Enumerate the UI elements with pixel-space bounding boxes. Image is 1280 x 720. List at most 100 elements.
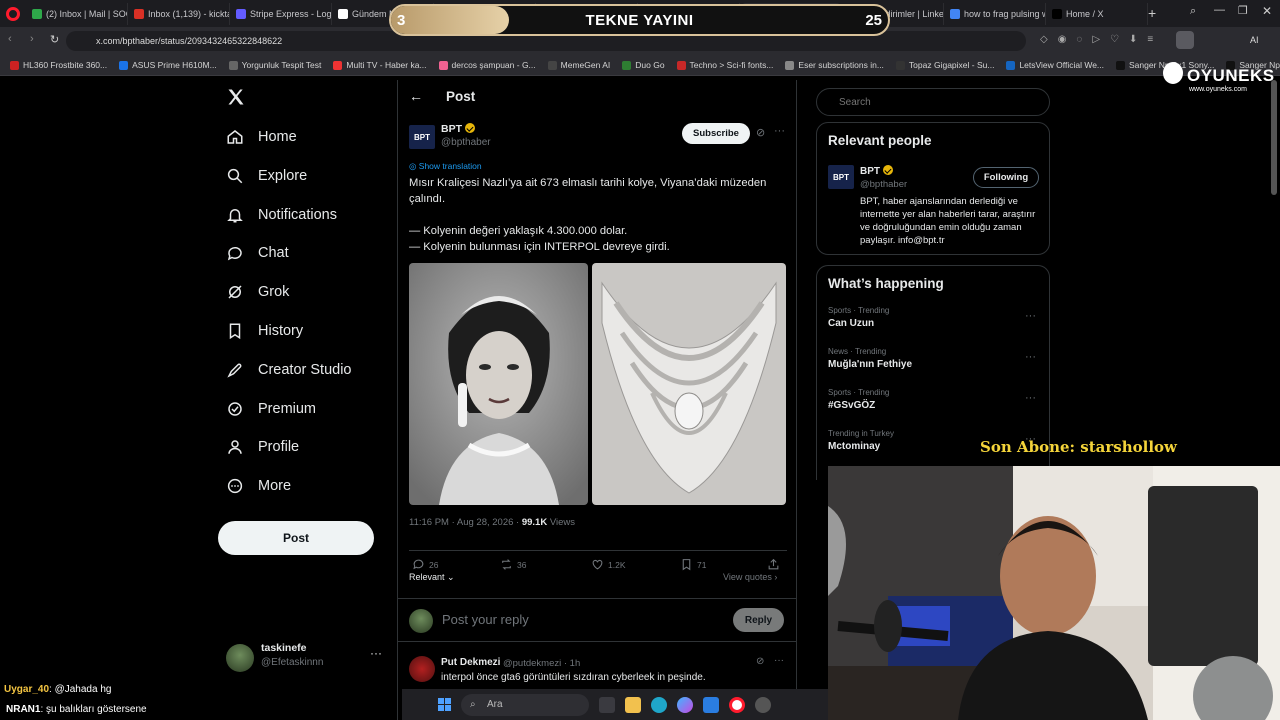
- post-more-icon[interactable]: ···: [774, 125, 785, 137]
- ai-icon[interactable]: AI: [1250, 35, 1259, 45]
- view-quotes-link[interactable]: View quotes ›: [723, 572, 777, 582]
- bookmark-item[interactable]: dercos şampuan - G...: [438, 60, 536, 70]
- back-icon[interactable]: ‹: [8, 33, 12, 45]
- search-tabs-icon[interactable]: ⌕: [1190, 5, 1196, 18]
- nav-item-label: Premium: [258, 400, 317, 417]
- edge-icon[interactable]: [651, 696, 667, 713]
- comment-avatar[interactable]: [409, 656, 435, 682]
- trend-more-icon[interactable]: ···: [1025, 310, 1036, 322]
- grok-icon[interactable]: ⊘: [756, 126, 765, 139]
- trend-item[interactable]: Sports · Trending #GSvGÖZ ···: [828, 388, 1040, 418]
- author-name-row[interactable]: BPT: [441, 123, 475, 135]
- browser-tab[interactable]: how to frag pulsing w: [944, 2, 1046, 25]
- copilot-icon[interactable]: [677, 696, 693, 713]
- x-logo-icon[interactable]: [226, 87, 246, 107]
- bookmark-item[interactable]: Multi TV - Haber ka...: [333, 60, 427, 70]
- post-time[interactable]: 11:16 PM · Aug 28, 2026 ·: [409, 517, 519, 528]
- following-button[interactable]: Following: [973, 167, 1039, 188]
- browser-tab[interactable]: Stripe Express - Login: [230, 2, 332, 25]
- reload-icon[interactable]: ↻: [50, 33, 59, 46]
- trend-item[interactable]: News · Trending Muğla'nın Fethiye ···: [828, 347, 1040, 377]
- person-avatar[interactable]: BPT: [828, 165, 854, 189]
- bookmark-item[interactable]: Yorgunluk Tespit Test: [228, 60, 321, 70]
- show-translation-link[interactable]: ◎ Show translation: [409, 161, 482, 172]
- nav-item-grok[interactable]: Grok: [226, 277, 289, 307]
- author-avatar[interactable]: BPT: [409, 125, 435, 149]
- account-switcher[interactable]: taskinefe @Efetaskinnn ···: [226, 642, 386, 678]
- nav-item-home[interactable]: Home: [226, 122, 297, 152]
- trend-item[interactable]: Sports · Trending Can Uzun ···: [828, 306, 1040, 336]
- close-window-icon[interactable]: ✕: [1262, 4, 1272, 18]
- search-box[interactable]: ⌕: [816, 84, 1050, 116]
- browser-tab[interactable]: Home / X: [1046, 2, 1148, 25]
- browser-tab[interactable]: Inbox (1,139) - kickta: [128, 2, 230, 25]
- extensions-icons[interactable]: ◇◉◌▷♡⬇≡: [1040, 34, 1163, 45]
- maximize-icon[interactable]: ❐: [1238, 4, 1248, 17]
- bookmark-item[interactable]: LetsView Official We...: [1006, 60, 1104, 70]
- reply-input[interactable]: Post your reply: [442, 612, 529, 627]
- bookmark-label: Techno > Sci-fi fonts...: [689, 60, 774, 70]
- subscribe-button[interactable]: Subscribe: [682, 123, 750, 144]
- back-arrow-icon[interactable]: ←: [409, 88, 423, 104]
- reply-button[interactable]: Reply: [733, 608, 784, 632]
- nav-item-notifications[interactable]: Notifications: [226, 200, 337, 230]
- nav-item-history[interactable]: History: [226, 316, 303, 346]
- views-count: 99.1K: [521, 517, 548, 528]
- minimize-icon[interactable]: —: [1214, 4, 1225, 16]
- comment-author[interactable]: Put Dekmezi: [441, 657, 500, 668]
- nav-item-premium[interactable]: Premium: [226, 394, 316, 424]
- brand-logo: OYUNEKS www.oyuneks.com: [1163, 60, 1274, 96]
- reply-action[interactable]: 26: [412, 558, 438, 571]
- store-icon[interactable]: [703, 696, 719, 713]
- bookmark-favicon-icon: [119, 60, 129, 70]
- bookmark-item[interactable]: Eser subscriptions in...: [785, 60, 884, 70]
- bookmark-item[interactable]: ASUS Prime H610M...: [119, 60, 217, 70]
- forward-icon[interactable]: ›: [30, 33, 34, 45]
- person-name-row[interactable]: BPT: [860, 165, 893, 177]
- page-title: Post: [446, 89, 476, 104]
- bookmark-item[interactable]: Topaz Gigapixel - Su...: [895, 60, 994, 70]
- like-action[interactable]: 1.2K: [591, 558, 626, 571]
- bookmark-item[interactable]: HL360 Frostbite 360...: [10, 60, 107, 70]
- post-image-queen[interactable]: [409, 263, 588, 505]
- opera-logo-icon[interactable]: [6, 6, 20, 21]
- trend-more-icon[interactable]: ···: [1025, 392, 1036, 404]
- taskbar-search[interactable]: ⌕ Ara: [461, 693, 589, 716]
- post-button[interactable]: Post: [218, 521, 374, 555]
- page-scrollbar[interactable]: [1271, 80, 1277, 195]
- repost-action[interactable]: 36: [500, 558, 526, 571]
- new-tab-icon[interactable]: +: [1148, 5, 1156, 21]
- comment-grok-icon[interactable]: ⊘: [756, 656, 764, 667]
- profile-icon[interactable]: [1176, 31, 1194, 49]
- bookmark-item[interactable]: Duo Go: [622, 60, 665, 70]
- nav-item-chat[interactable]: Chat: [226, 238, 289, 268]
- sort-dropdown[interactable]: Relevant ⌄: [409, 572, 455, 583]
- nav-item-profile[interactable]: Profile: [226, 432, 299, 462]
- post-image-necklace[interactable]: [592, 263, 786, 505]
- nav-item-creator-studio[interactable]: Creator Studio: [226, 355, 352, 385]
- account-more-icon[interactable]: ···: [370, 646, 382, 660]
- chat-message: NRAN1: şu balıkları göstersene: [4, 703, 149, 716]
- trend-more-icon[interactable]: ···: [1025, 351, 1036, 363]
- search-input[interactable]: [816, 88, 1050, 116]
- author-handle[interactable]: @bpthaber: [441, 137, 491, 148]
- start-icon[interactable]: [438, 698, 451, 711]
- share-action[interactable]: [767, 558, 780, 571]
- repost-icon: [502, 559, 511, 570]
- heart-icon: [592, 559, 603, 570]
- nav-item-more[interactable]: More: [226, 471, 291, 501]
- bookmark-item[interactable]: Techno > Sci-fi fonts...: [676, 60, 774, 70]
- nav-item-explore[interactable]: Explore: [226, 161, 307, 191]
- bookmark-item[interactable]: MemeGen AI: [547, 60, 610, 70]
- account-handle: @Efetaskinnn: [261, 657, 324, 668]
- file-explorer-icon[interactable]: [625, 696, 641, 713]
- comment-more-icon[interactable]: ···: [774, 655, 784, 666]
- app-icon[interactable]: [755, 696, 771, 713]
- opera-icon[interactable]: [729, 696, 745, 713]
- bookmark-favicon-icon: [622, 60, 632, 70]
- browser-tab[interactable]: (2) Inbox | Mail | SOG: [26, 2, 128, 25]
- explore-icon: [227, 168, 243, 184]
- task-view-icon[interactable]: [599, 696, 615, 713]
- bookmark-action[interactable]: 71: [680, 558, 706, 571]
- taskbar-search-label: Ara: [487, 698, 503, 710]
